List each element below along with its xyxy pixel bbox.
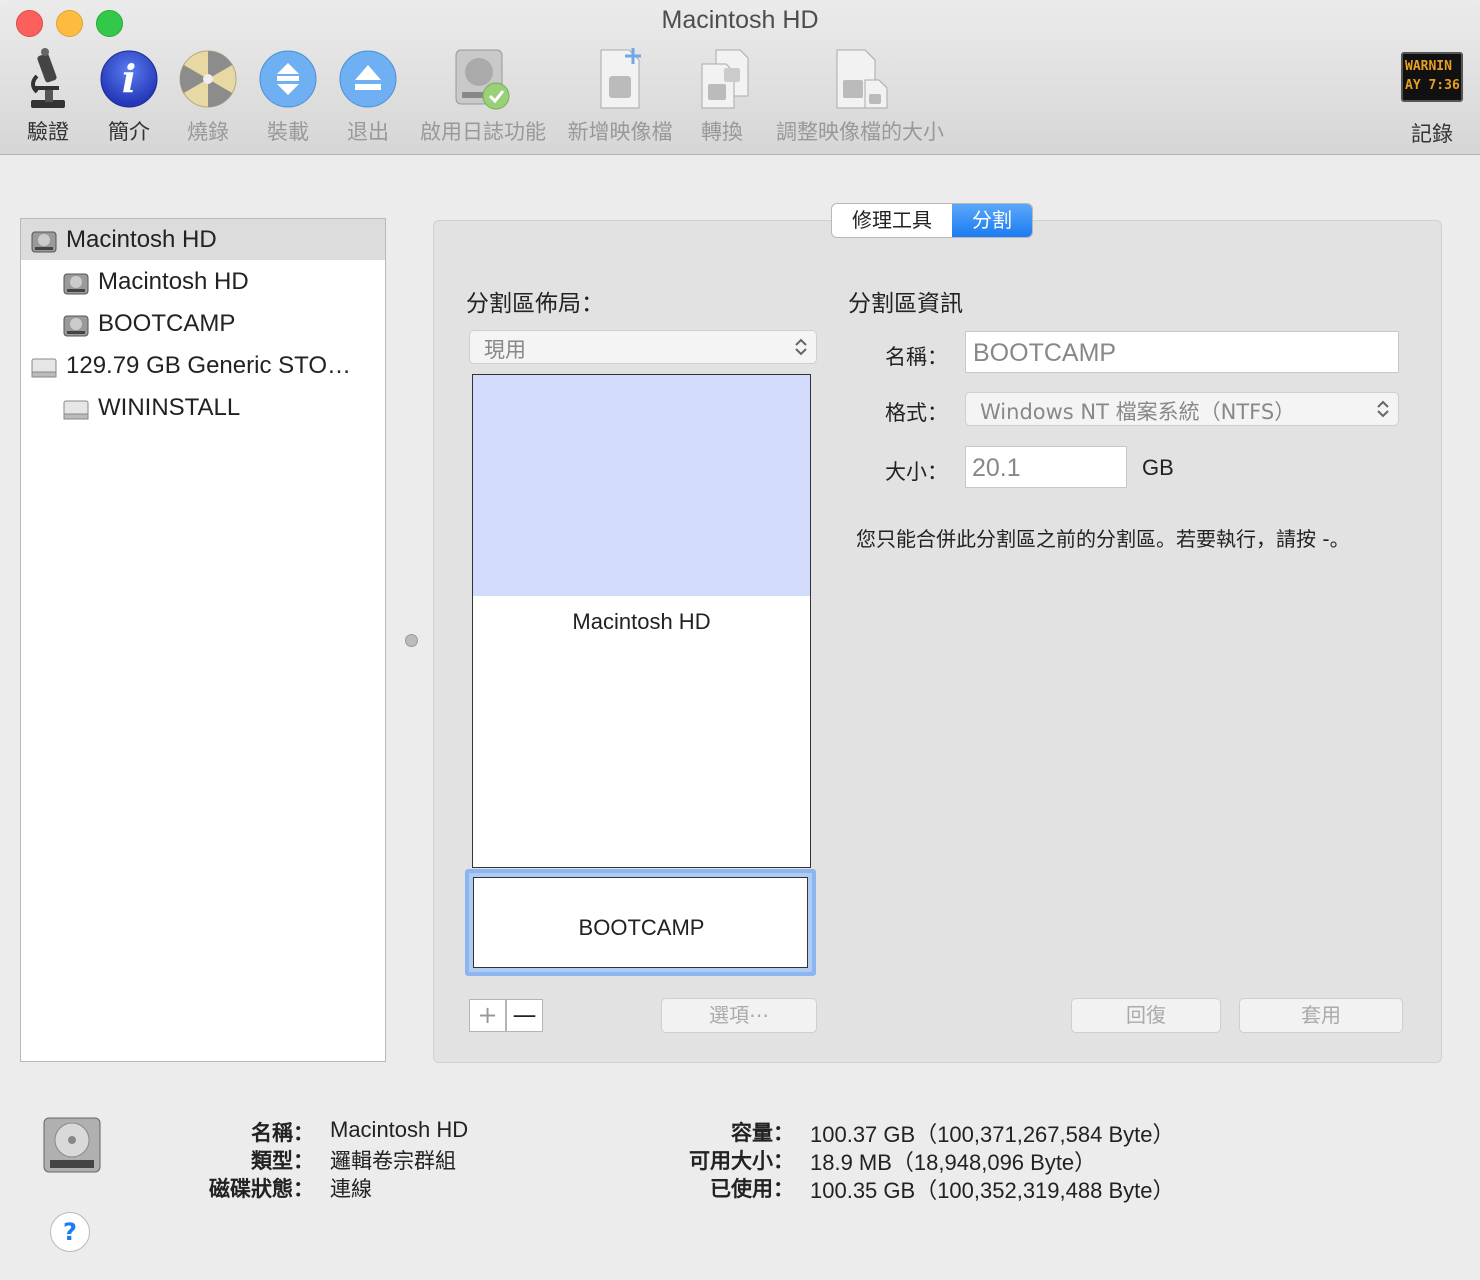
partition-name: Macintosh HD: [572, 609, 711, 634]
log-display-line-1: WARNIN: [1405, 59, 1452, 74]
footer-capacity-label: 容量：: [731, 1121, 794, 1145]
log-display-line-2: AY 7:36: [1405, 78, 1460, 93]
convert-button[interactable]: 轉換: [692, 46, 752, 146]
log-button[interactable]: WARNIN AY 7:36 記錄: [1400, 46, 1464, 148]
partition-layout-heading: 分割區佈局：: [466, 291, 604, 317]
footer-used-value: 100.35 GB（100,352,319,488 Byte）: [810, 1178, 1175, 1203]
sidebar-item-label: Macintosh HD: [66, 226, 217, 253]
resize-image-button[interactable]: 調整映像檔的大小: [770, 46, 950, 146]
footer-available-label: 可用大小：: [689, 1149, 794, 1173]
footer-name-value: Macintosh HD: [330, 1117, 469, 1142]
external-disk-icon: [31, 353, 57, 379]
partition-name: BOOTCAMP: [578, 915, 705, 940]
merge-hint-text: 您只能合併此分割區之前的分割區。若要執行，請按 -。: [856, 527, 1350, 551]
internal-disk-icon: [63, 269, 89, 295]
enable-journaling-button[interactable]: 啟用日誌功能: [415, 46, 551, 146]
mount-button[interactable]: 裝載: [255, 46, 321, 146]
sidebar-item-wininstall[interactable]: WININSTALL: [21, 387, 385, 428]
verify-button[interactable]: 驗證: [15, 46, 81, 146]
add-partition-button[interactable]: +: [469, 999, 506, 1032]
microscope-icon: [15, 46, 81, 112]
sidebar-item-generic-storage[interactable]: 129.79 GB Generic STO…: [21, 345, 385, 386]
format-label: 格式：: [885, 401, 948, 425]
new-image-icon: [587, 46, 653, 112]
info-label: 簡介: [108, 120, 150, 144]
remove-partition-button[interactable]: —: [506, 999, 543, 1032]
svg-text:i: i: [122, 56, 136, 101]
help-button[interactable]: ?: [50, 1212, 90, 1252]
resize-image-label: 調整映像檔的大小: [776, 120, 944, 144]
eject-button[interactable]: 退出: [335, 46, 401, 146]
mount-icon: [255, 46, 321, 112]
disk-check-icon: [450, 46, 516, 112]
sidebar-item-label: 129.79 GB Generic STO…: [66, 352, 352, 379]
mount-label: 裝載: [267, 120, 309, 144]
verify-label: 驗證: [27, 120, 69, 144]
partition-info-heading: 分割區資訊: [848, 291, 963, 317]
burn-button[interactable]: 燒錄: [175, 46, 241, 146]
info-button[interactable]: i 簡介: [96, 46, 162, 146]
radiation-icon: [175, 46, 241, 112]
partition-used-space: [473, 375, 810, 596]
partition-size-field[interactable]: 20.1: [965, 446, 1127, 488]
eject-label: 退出: [347, 120, 389, 144]
disk-list-sidebar[interactable]: Macintosh HD Macintosh HD BOOTCAMP 129.7…: [20, 218, 386, 1062]
footer-name-label: 名稱：: [251, 1121, 314, 1145]
sidebar-item-label: BOOTCAMP: [98, 310, 236, 337]
footer-type-label: 類型：: [251, 1149, 314, 1173]
sidebar-item-macintosh-hd-volume-group[interactable]: Macintosh HD: [21, 219, 385, 260]
tab-partition[interactable]: 分割: [952, 204, 1032, 237]
burn-label: 燒錄: [187, 120, 229, 144]
convert-icon: [692, 46, 758, 112]
internal-disk-icon: [31, 227, 57, 253]
revert-button[interactable]: 回復: [1071, 998, 1221, 1033]
partition-macintosh-hd[interactable]: Macintosh HD: [472, 374, 811, 868]
sidebar-item-label: Macintosh HD: [98, 268, 249, 295]
name-label: 名稱：: [885, 345, 948, 369]
internal-disk-icon: [63, 311, 89, 337]
tab-bar: 修理工具 分割: [831, 203, 1033, 238]
split-view-divider-handle[interactable]: [405, 634, 418, 647]
sidebar-item-label: WININSTALL: [98, 394, 241, 421]
footer-type-value: 邏輯卷宗群組: [330, 1149, 456, 1173]
titlebar-toolbar: Macintosh HD 驗證 i 簡介 燒錄 裝載 退出 啟用日誌功能 新增映…: [0, 0, 1480, 155]
info-icon: i: [96, 46, 162, 112]
log-label: 記錄: [1411, 122, 1453, 146]
external-disk-icon: [63, 395, 89, 421]
format-value: Windows NT 檔案系統（NTFS）: [980, 400, 1296, 424]
sidebar-item-bootcamp[interactable]: BOOTCAMP: [21, 303, 385, 344]
selected-disk-icon: [42, 1114, 102, 1176]
partition-bootcamp-selected[interactable]: BOOTCAMP: [465, 869, 816, 976]
new-image-button[interactable]: 新增映像檔: [562, 46, 678, 146]
partition-name-value: BOOTCAMP: [973, 339, 1117, 367]
popup-arrows-icon: [794, 337, 808, 357]
footer-used-label: 已使用：: [710, 1177, 794, 1201]
new-image-label: 新增映像檔: [567, 120, 673, 144]
partition-bootcamp-box: BOOTCAMP: [473, 877, 808, 968]
sidebar-item-macintosh-hd[interactable]: Macintosh HD: [21, 261, 385, 302]
enable-journaling-label: 啟用日誌功能: [420, 120, 546, 144]
footer-status-value: 連線: [330, 1177, 372, 1201]
format-popup[interactable]: Windows NT 檔案系統（NTFS）: [965, 392, 1399, 426]
size-unit: GB: [1142, 455, 1174, 480]
tab-first-aid[interactable]: 修理工具: [832, 204, 952, 237]
options-button[interactable]: 選項⋯: [661, 998, 817, 1033]
convert-label: 轉換: [701, 120, 743, 144]
partition-name-field[interactable]: BOOTCAMP: [965, 331, 1399, 373]
resize-image-icon: [827, 46, 893, 112]
partition-scheme-popup[interactable]: 現用: [469, 330, 817, 364]
popup-arrows-icon: [1376, 399, 1390, 419]
apply-button[interactable]: 套用: [1239, 998, 1403, 1033]
log-console-icon: WARNIN AY 7:36: [1401, 52, 1463, 108]
eject-icon: [335, 46, 401, 112]
disk-utility-window: Macintosh HD 驗證 i 簡介 燒錄 裝載 退出 啟用日誌功能 新增映…: [0, 0, 1480, 1280]
window-title: Macintosh HD: [661, 6, 819, 34]
partition-scheme-value: 現用: [484, 338, 526, 362]
partition-size-value: 20.1: [972, 454, 1021, 482]
size-label: 大小：: [885, 460, 948, 484]
footer-status-label: 磁碟狀態：: [209, 1177, 314, 1201]
